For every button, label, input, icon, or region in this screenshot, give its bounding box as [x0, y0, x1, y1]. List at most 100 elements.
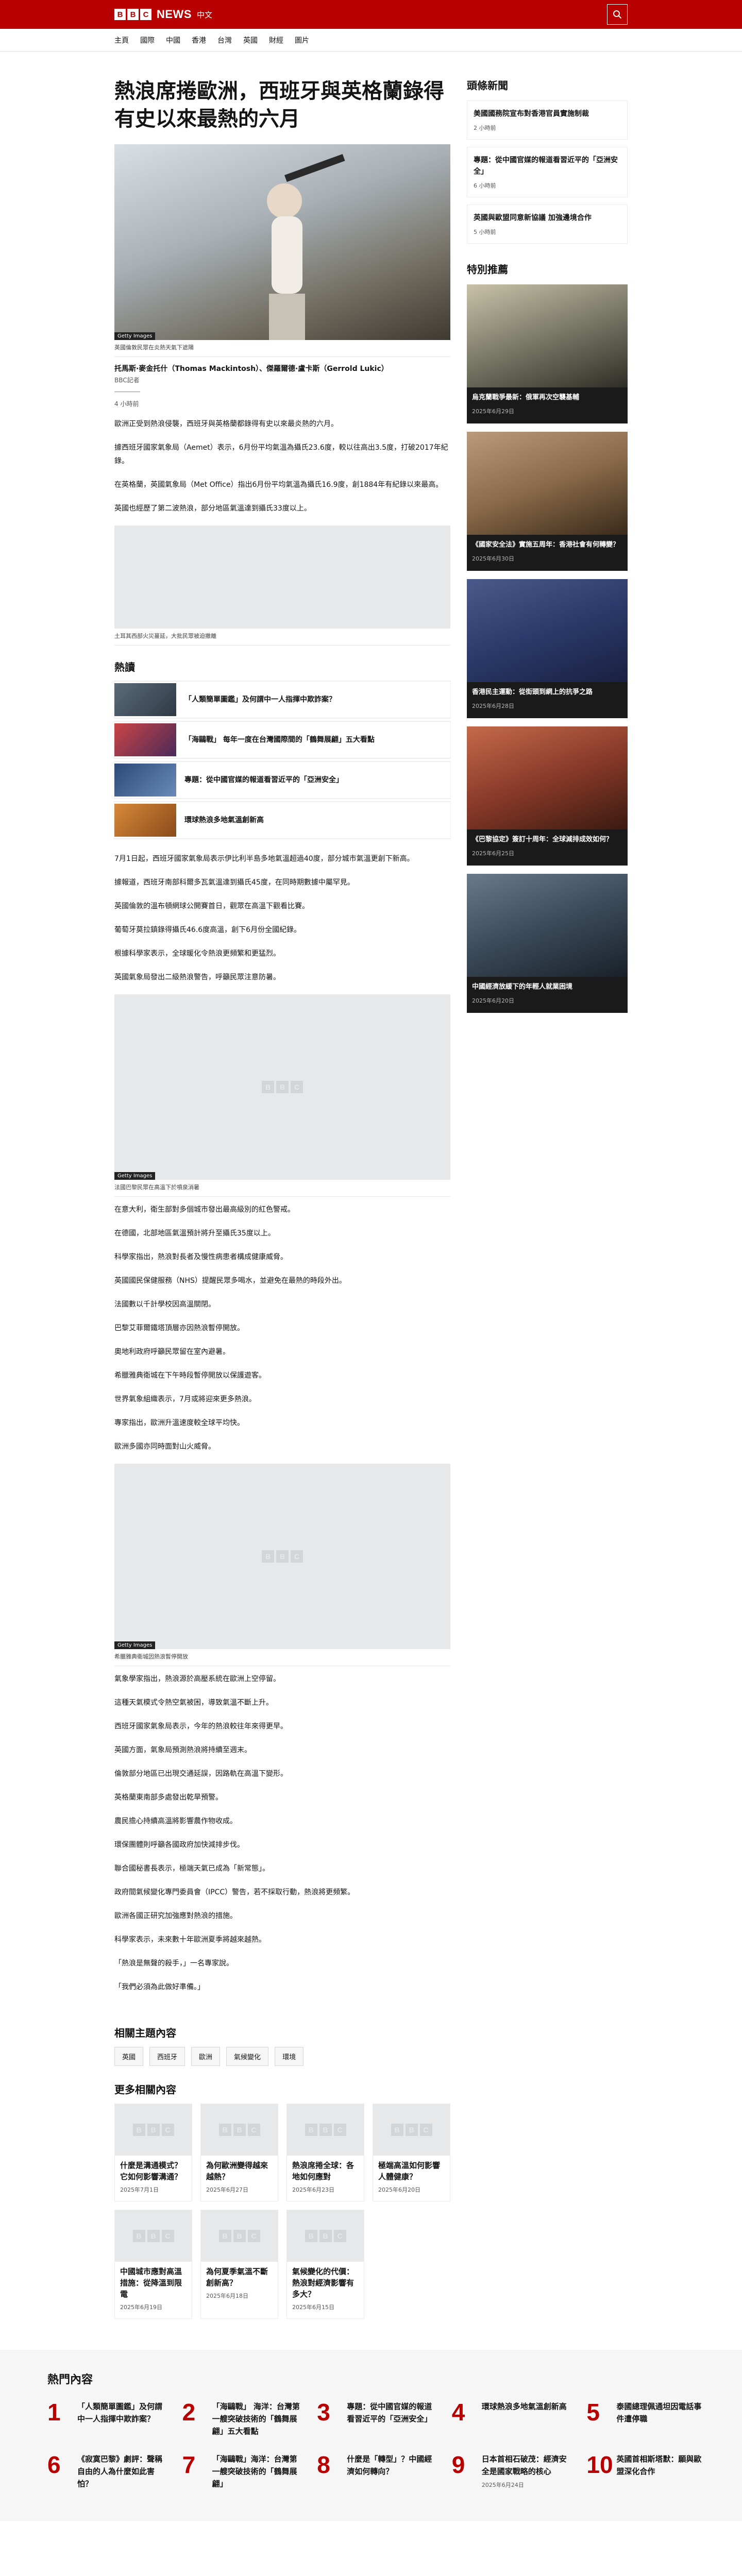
- more-date: 2025年6月27日: [206, 2187, 248, 2193]
- bbc-placeholder-logo: BBC: [305, 2124, 346, 2136]
- rank-number: 3: [317, 2399, 330, 2426]
- nav-item[interactable]: 國際: [140, 35, 155, 45]
- more-card[interactable]: BBC 為何歐洲變得越來越熱？ 2025年6月27日: [200, 2104, 278, 2201]
- feature-thumb: [467, 726, 628, 829]
- most-read-item[interactable]: 5 泰國總理佩通坦因電話事件遭停職: [586, 2400, 709, 2437]
- nav-item[interactable]: 主頁: [114, 35, 129, 45]
- search-button[interactable]: [607, 4, 628, 25]
- bbc-letter: B: [233, 2124, 246, 2136]
- most-read-item[interactable]: 6 《寂寞巴黎》劇評：聲稱自由的人為什麼如此害怕？: [47, 2453, 170, 2490]
- bbc-letter: C: [247, 2230, 260, 2242]
- topic-tag[interactable]: 西班牙: [149, 2047, 185, 2066]
- hot-section-title: 熱讀: [114, 661, 135, 673]
- article-paragraph: 法國數以千計學校因高溫關閉。: [114, 1300, 215, 1309]
- most-read-title-text: 環球熱浪多地氣溫創新高: [481, 2402, 567, 2411]
- more-card[interactable]: BBC 熱浪席捲全球：各地如何應對 2025年6月23日: [286, 2104, 364, 2201]
- more-card[interactable]: BBC 氣候變化的代價：熱浪對經濟影響有多大？ 2025年6月15日: [286, 2210, 364, 2319]
- bbc-letter: C: [333, 2230, 346, 2242]
- more-card[interactable]: BBC 極端高溫如何影響人體健康？ 2025年6月20日: [373, 2104, 450, 2201]
- inline-caption: 希臘雅典衛城因熱浪暫停開放: [114, 1649, 450, 1666]
- article-paragraph: 農民擔心持續高溫將影響農作物收成。: [114, 1817, 237, 1825]
- most-read-item[interactable]: 10 英國首相斯塔默：願與歐盟深化合作: [586, 2453, 709, 2490]
- bbc-letter: B: [218, 2124, 231, 2136]
- most-read-item[interactable]: 1 「人類簡單圖鑑」及何謂中一人指揮中欺詐案？: [47, 2400, 170, 2437]
- featured-item[interactable]: 香港民主運動：從街頭到網上的抗爭之路 2025年6月28日: [467, 579, 628, 718]
- bbc-letter: B: [319, 2124, 332, 2136]
- article-paragraph: 據西班牙國家氣象局（Aemet）表示，6月份平均氣溫為攝氏23.6度，較以往高出…: [114, 444, 448, 465]
- rank-number: 10: [586, 2451, 613, 2478]
- rank-number: 4: [451, 2399, 465, 2426]
- image-credit: Getty Images: [114, 1641, 156, 1649]
- more-thumb: BBC: [287, 2210, 364, 2262]
- nav-item[interactable]: 中國: [166, 35, 180, 45]
- hot-item[interactable]: 環球熱浪多地氣溫創新高: [114, 802, 450, 839]
- hot-item[interactable]: 「海鷗戰」 每年一度在台灣國際間的「鶴舞展翩」五大看點: [114, 721, 450, 758]
- bbc-letter: B: [305, 2230, 317, 2242]
- most-read-item[interactable]: 4 環球熱浪多地氣溫創新高: [452, 2400, 575, 2437]
- rank-number: 9: [451, 2451, 465, 2478]
- most-read-title-text: 什麼是「轉型」？中國經濟如何轉向？: [347, 2454, 432, 2476]
- article-paragraph: 7月1日起，西班牙國家氣象局表示伊比利半島多地氣溫超過40度，部分城市氣溫更創下…: [114, 855, 414, 863]
- article-paragraph: 「熱浪是無聲的殺手，」一名專家說。: [114, 1959, 233, 1968]
- rank-number: 1: [47, 2399, 61, 2426]
- nav-item[interactable]: 英國: [243, 35, 258, 45]
- most-read-section: 熱門內容 1 「人類簡單圖鑑」及何謂中一人指揮中欺詐案？ 2 「海鷗戰」 海洋：台灣…: [0, 2350, 742, 2521]
- top-story[interactable]: 英國與歐盟同意新協議 加強邊境合作 5 小時前: [467, 205, 628, 244]
- hero-image: Getty Images: [114, 144, 450, 340]
- bbc-letter: C: [333, 2124, 346, 2136]
- feature-title: 《巴黎協定》簽訂十周年：全球減排成效如何？: [472, 836, 613, 843]
- featured-item[interactable]: 烏克蘭戰爭最新：俄軍再次空襲基輔 2025年6月29日: [467, 284, 628, 423]
- article-paragraph: 專家指出，歐洲升溫速度較全球平均快。: [114, 1419, 244, 1427]
- rank-number: 2: [182, 2399, 196, 2426]
- bbc-letter: C: [140, 9, 151, 20]
- article-paragraph: 英國倫敦的溫布頓網球公開賽首日，觀眾在高溫下觀看比賽。: [114, 902, 309, 910]
- bbc-letter: B: [147, 2230, 160, 2242]
- bbc-letter: B: [405, 2124, 418, 2136]
- more-card[interactable]: BBC 什麼是溝通模式？它如何影響溝通？ 2025年7月1日: [114, 2104, 192, 2201]
- hot-thumb: [114, 804, 176, 837]
- most-read-item[interactable]: 9 日本首相石破茂：經濟安全是國家戰略的核心 2025年6月24日: [452, 2453, 575, 2490]
- topic-tag[interactable]: 環境: [275, 2047, 304, 2066]
- hot-thumb: [114, 723, 176, 756]
- bbc-letter: B: [132, 2230, 145, 2242]
- topic-tag[interactable]: 歐洲: [191, 2047, 221, 2066]
- most-read-item[interactable]: 2 「海鷗戰」 海洋：台灣第一艘突破技術的「鶴舞展翩」五大看點: [182, 2400, 305, 2437]
- nav-item[interactable]: 圖片: [295, 35, 309, 45]
- publish-time: 4 小時前: [114, 400, 139, 408]
- nav-item[interactable]: 台灣: [217, 35, 232, 45]
- feature-date: 2025年6月29日: [472, 408, 514, 415]
- more-card[interactable]: BBC 為何夏季氣溫不斷創新高？ 2025年6月18日: [200, 2210, 278, 2319]
- article-paragraph: 倫敦部分地區已出現交通延誤，因路軌在高溫下變形。: [114, 1770, 288, 1778]
- more-title: 熱浪席捲全球：各地如何應對: [292, 2161, 355, 2181]
- more-thumb: BBC: [201, 2104, 278, 2156]
- hot-title: 專題：從中國官媒的報道看習近平的「亞洲安全」: [184, 776, 343, 784]
- main-nav: 主頁 國際 中國 香港 台灣 英國 財經 圖片: [0, 29, 742, 52]
- more-thumb: BBC: [201, 2210, 278, 2262]
- article-paragraph: 科學家表示，未來數十年歐洲夏季將越來越熱。: [114, 1936, 266, 1944]
- featured-item[interactable]: 《巴黎協定》簽訂十周年：全球減排成效如何？ 2025年6月25日: [467, 726, 628, 866]
- feature-thumb: [467, 432, 628, 535]
- article-paragraph: 西班牙國家氣象局表示，今年的熱浪較往年來得更早。: [114, 1722, 288, 1731]
- feature-date: 2025年6月30日: [472, 555, 514, 562]
- article-paragraph: 根據科學家表示，全球暖化令熱浪更頻繁和更猛烈。: [114, 950, 280, 958]
- hot-item[interactable]: 「人類簡單圖鑑」及何謂中一人指揮中欺詐案？: [114, 681, 450, 718]
- top-story[interactable]: 美國國務院宣布對香港官員實施制裁 2 小時前: [467, 100, 628, 140]
- related-topics-title: 相關主題內容: [114, 2027, 176, 2039]
- topic-tag[interactable]: 英國: [114, 2047, 144, 2066]
- featured-item[interactable]: 《國家安全法》實施五周年：香港社會有何轉變？ 2025年6月30日: [467, 432, 628, 571]
- article-paragraph: 奧地利政府呼籲民眾留在室內避暑。: [114, 1348, 230, 1356]
- more-card[interactable]: BBC 中國城市應對高溫措施：從降溫到限電 2025年6月19日: [114, 2210, 192, 2319]
- top-bar: B B C NEWS 中文: [0, 0, 742, 29]
- rank-number: 6: [47, 2451, 61, 2478]
- brand-logo[interactable]: B B C NEWS 中文: [114, 8, 212, 21]
- topic-tag[interactable]: 氣候變化: [226, 2047, 269, 2066]
- hot-item[interactable]: 專題：從中國官媒的報道看習近平的「亞洲安全」: [114, 761, 450, 799]
- most-read-item[interactable]: 8 什麼是「轉型」？中國經濟如何轉向？: [317, 2453, 440, 2490]
- most-read-item[interactable]: 3 專題：從中國官媒的報道看習近平的「亞洲安全」: [317, 2400, 440, 2437]
- top-story[interactable]: 專題：從中國官媒的報道看習近平的「亞洲安全」 6 小時前: [467, 147, 628, 197]
- most-read-item[interactable]: 7 「海鷗戰」海洋：台灣第一艘突破技術的「鶴舞展翩」: [182, 2453, 305, 2490]
- nav-item[interactable]: 財經: [269, 35, 283, 45]
- featured-item[interactable]: 中國經濟放緩下的年輕人就業困境 2025年6月20日: [467, 874, 628, 1013]
- sidebar: 頭條新聞 美國國務院宣布對香港官員實施制裁 2 小時前 專題：從中國官媒的報道看…: [467, 77, 628, 2319]
- nav-item[interactable]: 香港: [192, 35, 206, 45]
